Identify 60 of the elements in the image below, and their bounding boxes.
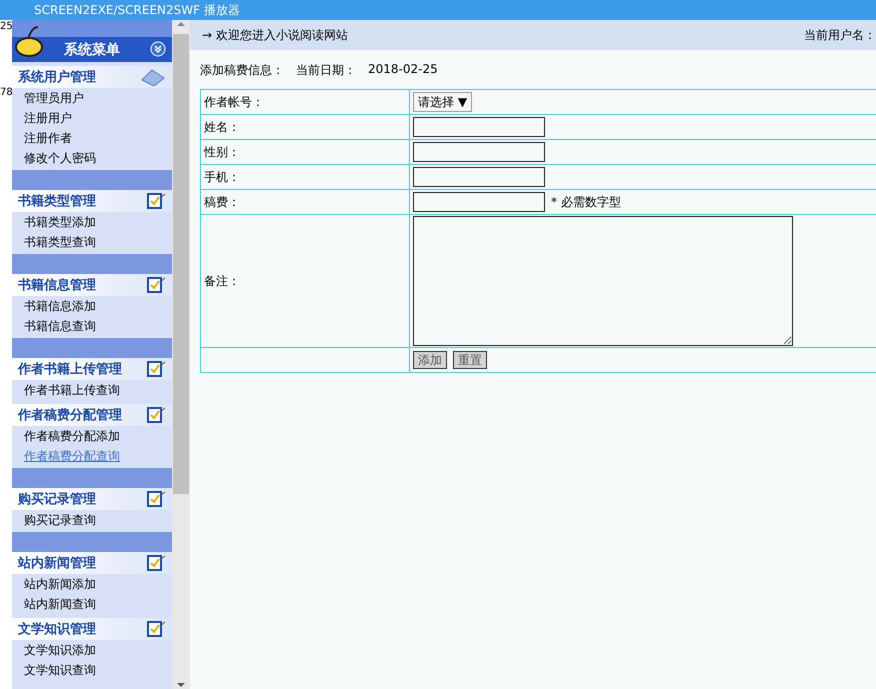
welcome-text: → 欢迎您进入小说阅读网站	[202, 26, 348, 44]
menu-item[interactable]: 作者稿费分配查询	[24, 446, 172, 466]
date-label: 当前日期：	[296, 62, 356, 79]
field-label: 手机：	[204, 170, 240, 184]
input-field[interactable]	[413, 192, 545, 212]
background-text: 78	[0, 86, 12, 100]
menu-item[interactable]: 作者稿费分配添加	[24, 426, 172, 446]
collapse-icon[interactable]	[150, 41, 166, 57]
menu-group-header[interactable]: 书籍信息管理	[12, 274, 172, 296]
menu-group-header[interactable]: 作者稿费分配管理	[12, 404, 172, 426]
field-label: 稿费：	[204, 194, 240, 208]
checklist-icon	[146, 192, 166, 210]
menu-item[interactable]: 文学知识添加	[24, 640, 172, 660]
form-title: 添加稿费信息：	[200, 62, 284, 79]
field-note: * 必需数字型	[551, 194, 621, 210]
menu-group-header[interactable]: 站内新闻管理	[12, 552, 172, 574]
menu-item[interactable]: 书籍类型添加	[24, 212, 172, 232]
menu-group-header[interactable]: 书籍类型管理	[12, 190, 172, 212]
scrollbar-thumb[interactable]	[173, 34, 189, 494]
menu-item[interactable]: 修改个人密码	[24, 148, 172, 168]
checklist-icon	[146, 554, 166, 572]
users-icon	[140, 68, 166, 86]
reset-button[interactable]: 重置	[453, 351, 487, 369]
menu-item[interactable]: 购买记录查询	[24, 510, 172, 530]
menu-item[interactable]: 文学知识查询	[24, 660, 172, 680]
remark-textarea[interactable]	[413, 216, 793, 346]
menu-item[interactable]: 书籍信息查询	[24, 316, 172, 336]
menu-group-header[interactable]: 文学知识管理	[12, 618, 172, 640]
input-field[interactable]	[413, 117, 545, 137]
menu-item[interactable]: 书籍类型查询	[24, 232, 172, 252]
field-label: 作者帐号：	[204, 94, 264, 108]
date-value: 2018-02-25	[368, 62, 438, 78]
input-field[interactable]	[413, 167, 545, 187]
checklist-icon	[146, 406, 166, 424]
checklist-icon	[146, 490, 166, 508]
checklist-icon	[146, 276, 166, 294]
menu-group-header[interactable]: 购买记录管理	[12, 488, 172, 510]
checklist-icon	[146, 360, 166, 378]
menu-item[interactable]: 管理员用户	[24, 88, 172, 108]
menu-item[interactable]: 注册作者	[24, 128, 172, 148]
menu-item[interactable]: 作者书籍上传查询	[24, 380, 172, 400]
menu-item[interactable]: 站内新闻查询	[24, 594, 172, 614]
menu-item[interactable]: 站内新闻添加	[24, 574, 172, 594]
field-label: 性别：	[204, 144, 240, 158]
window-title: SCREEN2EXE/SCREEN2SWF 播放器	[0, 0, 876, 20]
field-label: 姓名：	[204, 120, 240, 134]
scroll-down-icon[interactable]	[176, 681, 186, 689]
add-button[interactable]: 添加	[413, 351, 447, 369]
sidebar-title: 系统菜单	[64, 40, 120, 58]
checklist-icon	[146, 620, 166, 638]
author-select[interactable]: 请选择 ▼	[413, 92, 472, 112]
menu-group-header[interactable]: 系统用户管理	[12, 66, 172, 88]
menu-item[interactable]: 书籍信息添加	[24, 296, 172, 316]
menu-item[interactable]: 注册用户	[24, 108, 172, 128]
bag-icon	[14, 23, 46, 57]
background-text: 25	[0, 20, 12, 34]
field-label: 备注：	[204, 274, 240, 288]
user-label: 当前用户名：	[804, 26, 876, 44]
input-field[interactable]	[413, 142, 545, 162]
menu-group-header[interactable]: 作者书籍上传管理	[12, 358, 172, 380]
